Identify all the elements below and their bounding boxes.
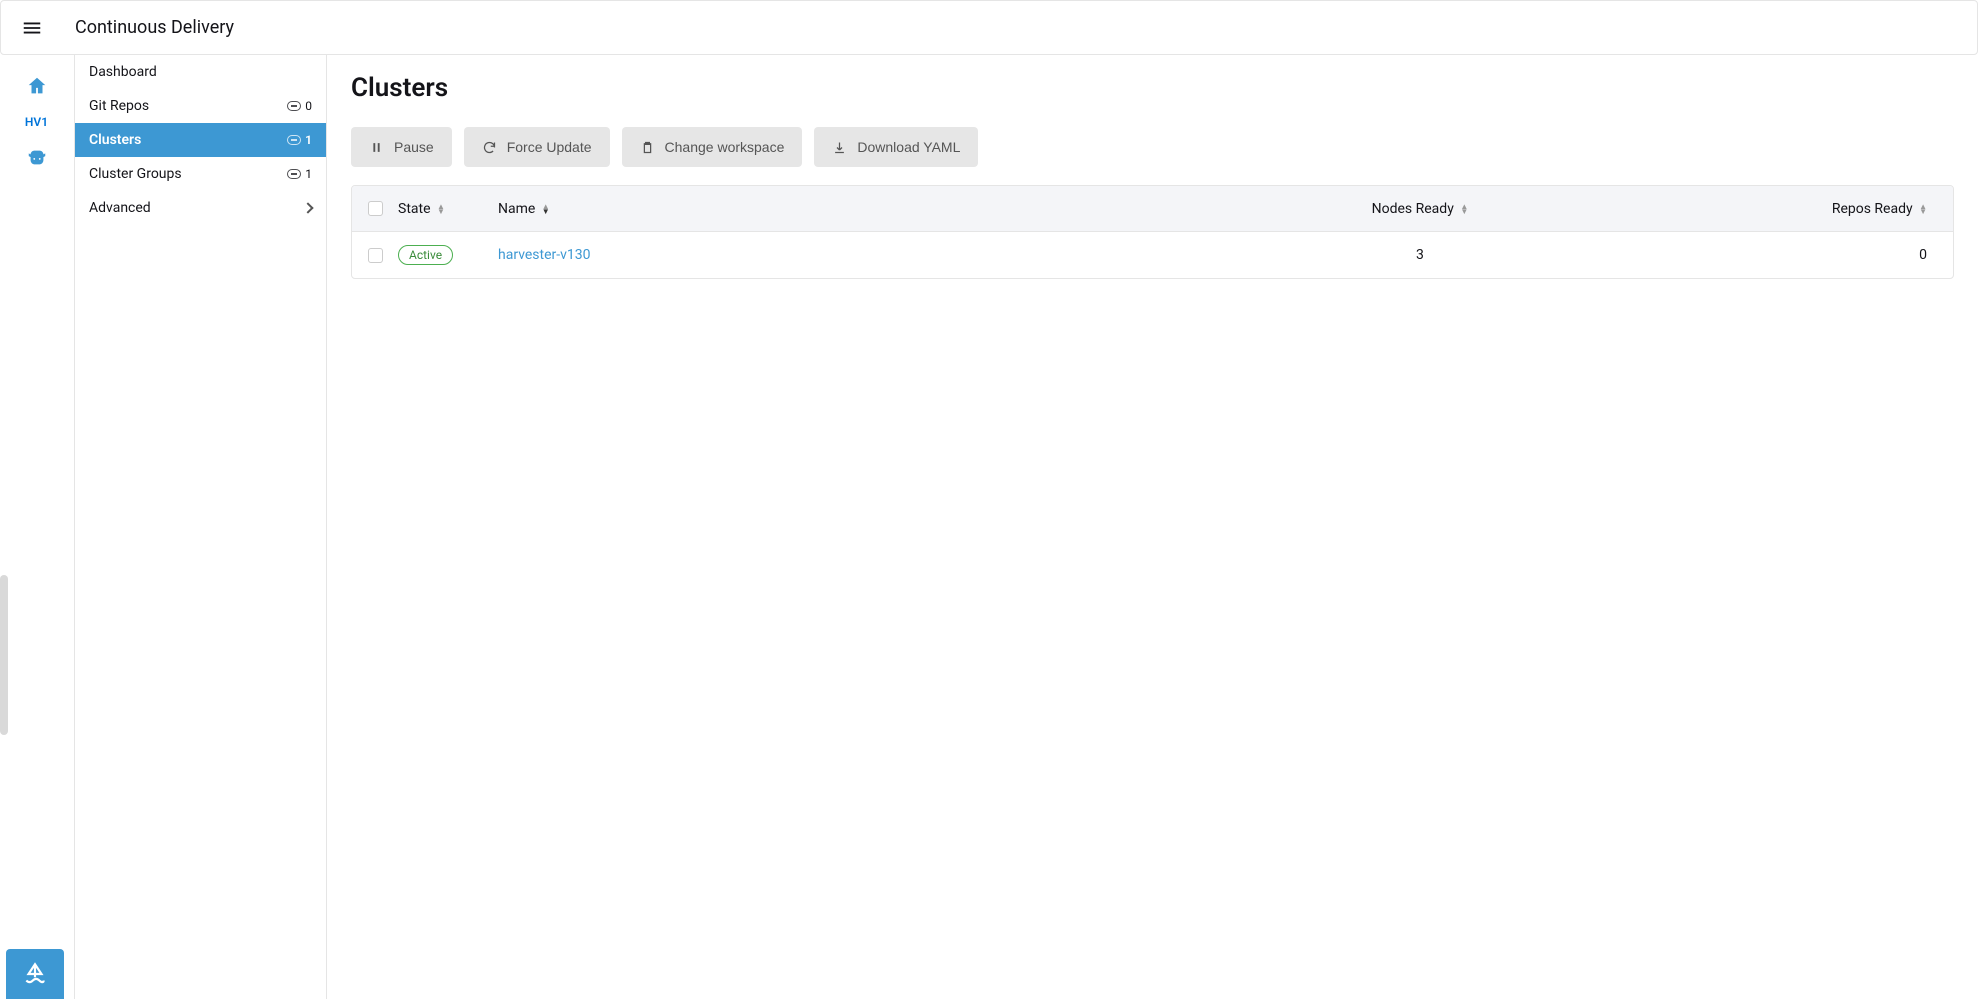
scrollbar-hint: [0, 575, 8, 735]
sidebar-badge: 1: [287, 133, 312, 147]
sidebar-item-label: Git Repos: [89, 98, 149, 114]
sidebar-item-clusters[interactable]: Clusters 1: [75, 123, 326, 157]
col-state-header[interactable]: State ▲▼: [398, 201, 498, 217]
status-badge: Active: [398, 245, 453, 265]
sort-icon: ▲▼: [542, 204, 550, 214]
sidebar: Dashboard Git Repos 0 Clusters 1 Cluster…: [74, 55, 327, 999]
badge-icon: [287, 169, 301, 179]
force-update-button[interactable]: Force Update: [464, 127, 610, 167]
left-rail: HV1: [0, 55, 74, 999]
refresh-icon: [482, 140, 497, 155]
row-repos-ready: 0: [1650, 247, 1937, 263]
hamburger-icon: [21, 17, 43, 39]
change-workspace-button[interactable]: Change workspace: [622, 127, 803, 167]
col-check-header: [368, 201, 398, 216]
chevron-right-icon: [302, 202, 313, 213]
toolbar: Pause Force Update Change workspace Down…: [351, 127, 1954, 167]
sidebar-item-label: Dashboard: [89, 64, 157, 80]
download-yaml-button[interactable]: Download YAML: [814, 127, 978, 167]
badge-icon: [287, 135, 301, 145]
sidebar-item-cluster-groups[interactable]: Cluster Groups 1: [75, 157, 326, 191]
sidebar-badge: 1: [287, 167, 312, 181]
sidebar-badge: 0: [287, 99, 312, 113]
col-label: Repos Ready: [1832, 201, 1913, 217]
table-row: Active harvester-v130 3 0: [352, 232, 1953, 278]
page-title: Clusters: [351, 73, 1954, 103]
app-title: Continuous Delivery: [75, 17, 234, 38]
row-check: [368, 248, 398, 263]
main-content: Clusters Pause Force Update Change works…: [327, 55, 1978, 999]
sidebar-item-label: Clusters: [89, 132, 141, 148]
boat-icon: [22, 961, 48, 987]
top-header: Continuous Delivery: [0, 0, 1978, 55]
clusters-table: State ▲▼ Name ▲▼ Nodes Ready ▲▼ Repos Re…: [351, 185, 1954, 279]
table-header: State ▲▼ Name ▲▼ Nodes Ready ▲▼ Repos Re…: [352, 186, 1953, 232]
rail-home[interactable]: [26, 75, 48, 97]
row-state: Active: [398, 245, 498, 265]
sort-icon: ▲▼: [437, 204, 445, 214]
home-icon: [26, 75, 48, 97]
col-label: Name: [498, 201, 535, 217]
rail-cluster-label[interactable]: HV1: [25, 115, 48, 129]
button-label: Download YAML: [857, 139, 960, 155]
col-nodes-header[interactable]: Nodes Ready ▲▼: [1189, 201, 1650, 217]
row-checkbox[interactable]: [368, 248, 383, 263]
clipboard-icon: [640, 140, 655, 155]
download-icon: [832, 140, 847, 155]
rail-harvester[interactable]: [26, 147, 48, 169]
cow-icon: [26, 147, 48, 169]
button-label: Force Update: [507, 139, 592, 155]
menu-toggle-button[interactable]: [19, 15, 45, 41]
sidebar-item-dashboard[interactable]: Dashboard: [75, 55, 326, 89]
cluster-name-link[interactable]: harvester-v130: [498, 247, 591, 263]
sidebar-item-advanced[interactable]: Advanced: [75, 191, 326, 225]
col-repos-header[interactable]: Repos Ready ▲▼: [1650, 201, 1937, 217]
badge-icon: [287, 101, 301, 111]
sort-icon: ▲▼: [1460, 204, 1468, 214]
rail-bottom-button[interactable]: [6, 949, 64, 999]
button-label: Pause: [394, 139, 434, 155]
row-nodes-ready: 3: [1189, 247, 1650, 263]
badge-count: 1: [305, 167, 312, 181]
col-label: Nodes Ready: [1372, 201, 1454, 217]
col-label: State: [398, 201, 431, 217]
shell: HV1 Dashboard Git Repos 0 Clusters 1: [0, 55, 1978, 999]
sort-icon: ▲▼: [1919, 204, 1927, 214]
row-name: harvester-v130: [498, 247, 1189, 263]
pause-button[interactable]: Pause: [351, 127, 452, 167]
badge-count: 0: [305, 99, 312, 113]
select-all-checkbox[interactable]: [368, 201, 383, 216]
rail-cluster-text: HV1: [25, 115, 48, 129]
badge-count: 1: [305, 133, 312, 147]
sidebar-item-label: Advanced: [89, 200, 151, 216]
button-label: Change workspace: [665, 139, 785, 155]
col-name-header[interactable]: Name ▲▼: [498, 201, 1189, 217]
sidebar-item-label: Cluster Groups: [89, 166, 182, 182]
sidebar-item-git-repos[interactable]: Git Repos 0: [75, 89, 326, 123]
pause-icon: [369, 140, 384, 155]
